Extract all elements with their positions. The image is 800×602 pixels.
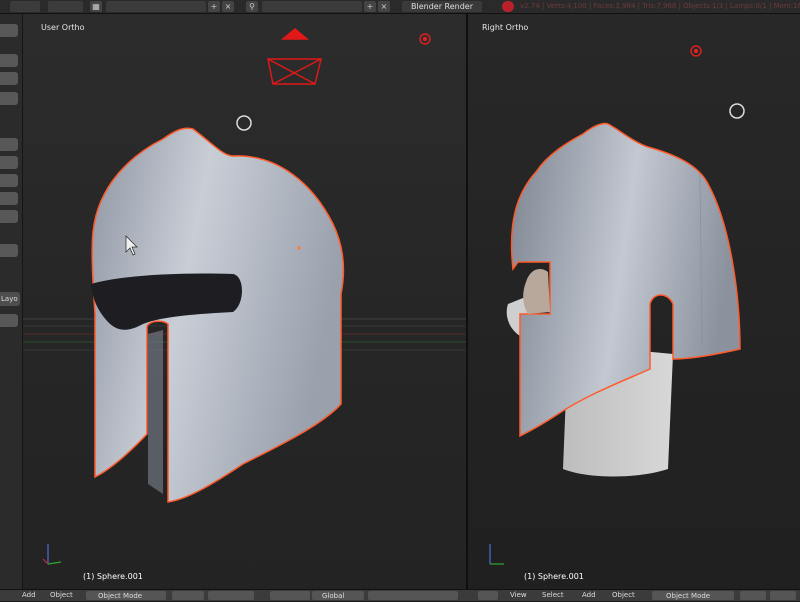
viewport-right[interactable]: Right Ortho (1) Sphere.001 xyxy=(468,14,800,589)
mode-select[interactable]: Object Mode xyxy=(86,591,166,600)
select-menu[interactable]: Select xyxy=(542,590,564,601)
add-menu[interactable]: Add xyxy=(22,590,36,601)
lamp-object xyxy=(419,33,431,45)
layer-buttons[interactable] xyxy=(368,591,458,600)
scene-info: v2.74 | Verts:4,100 | Faces:3,984 | Tris… xyxy=(520,2,800,10)
add-menu[interactable]: Add xyxy=(582,590,596,601)
editor-type-select[interactable] xyxy=(478,591,498,600)
helmet-object xyxy=(91,127,345,503)
tool-button[interactable] xyxy=(0,314,18,327)
mode-select-label: Object Mode xyxy=(98,592,143,600)
3d-cursor-icon xyxy=(236,115,252,131)
scene-browse-icon[interactable]: ▦ xyxy=(90,1,102,12)
object-menu[interactable]: Object xyxy=(50,590,73,601)
viewport-left-canvas xyxy=(23,28,466,565)
view-menu[interactable]: View xyxy=(510,590,527,601)
pivot-select[interactable] xyxy=(770,591,796,600)
mode-select[interactable]: Object Mode xyxy=(652,591,734,600)
tool-button[interactable] xyxy=(0,192,18,205)
tool-dropdown[interactable] xyxy=(0,210,18,223)
record-icon[interactable] xyxy=(502,1,514,12)
scene-close-icon[interactable]: × xyxy=(222,1,234,12)
orientation-select-label: Global xyxy=(322,592,345,600)
layers-tab[interactable]: Layo xyxy=(0,292,20,306)
object-menu[interactable]: Object xyxy=(612,590,635,601)
layout-add-icon[interactable]: + xyxy=(364,1,376,12)
lamp-object xyxy=(690,45,702,57)
manipulator-buttons[interactable] xyxy=(270,591,310,600)
tool-button[interactable] xyxy=(0,174,18,187)
tool-button[interactable] xyxy=(0,156,18,169)
tool-button[interactable] xyxy=(0,54,18,67)
mode-select-label: Object Mode xyxy=(666,592,711,600)
shading-select[interactable] xyxy=(172,591,204,600)
axis-gizmo-icon xyxy=(489,544,504,565)
axis-gizmo-icon xyxy=(42,544,62,565)
viewport-right-canvas xyxy=(489,45,745,565)
layout-browse-icon[interactable]: ⚲ xyxy=(246,1,258,12)
active-object-label: (1) Sphere.001 xyxy=(524,572,584,581)
tool-shelf: Layo xyxy=(0,14,23,589)
tool-button[interactable] xyxy=(0,72,18,85)
shading-select[interactable] xyxy=(740,591,766,600)
scene-add-icon[interactable]: + xyxy=(208,1,220,12)
active-object-label: (1) Sphere.001 xyxy=(83,572,143,581)
render-engine-select[interactable]: Blender Render xyxy=(402,1,482,12)
orientation-select[interactable]: Global xyxy=(312,591,364,600)
tool-button[interactable] xyxy=(0,138,18,151)
scene-name-field[interactable] xyxy=(106,1,206,12)
layout-name-field[interactable] xyxy=(262,1,362,12)
3d-cursor-icon xyxy=(729,103,745,119)
bottom-header: Add Object Object Mode Global View Selec… xyxy=(0,589,800,601)
pivot-select[interactable] xyxy=(208,591,254,600)
editor-menu-field[interactable] xyxy=(10,1,40,12)
tool-button[interactable] xyxy=(0,92,18,105)
top-header: ▦ + × ⚲ + × Blender Render v2.74 | Verts… xyxy=(0,0,800,14)
scene-field[interactable] xyxy=(48,1,83,12)
layout-close-icon[interactable]: × xyxy=(378,1,390,12)
viewport-left[interactable]: User Ortho (1) Sphere.001 xyxy=(23,14,466,589)
tool-button[interactable] xyxy=(0,24,18,37)
camera-object xyxy=(267,28,322,85)
tool-button[interactable] xyxy=(0,244,18,257)
